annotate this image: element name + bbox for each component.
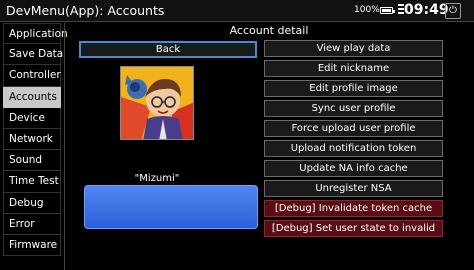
view-play-data-button[interactable]: View play data [264,40,443,57]
sidebar-item-application[interactable]: Application [3,23,68,45]
debug-set-user-state-invalid-button[interactable]: [Debug] Set user state to invalid [264,220,443,237]
sidebar-item-time-test[interactable]: Time Test [3,171,61,193]
update-na-info-cache-button[interactable]: Update NA info cache [264,160,443,177]
back-button[interactable]: Back [79,41,257,58]
sidebar-item-device[interactable]: Device [3,107,61,129]
edit-nickname-button[interactable]: Edit nickname [264,60,443,77]
sidebar-item-accounts[interactable]: Accounts [3,86,61,108]
sidebar-item-sound[interactable]: Sound [3,150,61,172]
battery-icon [380,7,395,14]
sidebar-item-network[interactable]: Network [3,128,61,151]
edit-profile-image-button[interactable]: Edit profile image [264,80,443,97]
sidebar-item-save-data[interactable]: Save Data [3,44,63,66]
user-info-panel [84,185,258,229]
power-icon[interactable]: ⏻ [445,3,461,19]
sidebar-item-error[interactable]: Error [3,213,61,235]
upload-notification-token-button[interactable]: Upload notification token [264,140,443,157]
sidebar-item-controller[interactable]: Controller [3,65,61,87]
battery-percentage: 100% [354,5,380,15]
account-nickname: "Mizumi" [134,173,180,184]
force-upload-user-profile-button[interactable]: Force upload user profile [264,120,443,137]
sidebar: Application Save Data Controller Account… [3,23,68,257]
sidebar-item-firmware[interactable]: Firmware [3,234,61,257]
unregister-nsa-button[interactable]: Unregister NSA [264,180,443,197]
sync-user-profile-button[interactable]: Sync user profile [264,100,443,117]
page-title: Account detail [229,24,309,37]
sidebar-item-debug[interactable]: Debug [3,192,61,214]
status-bar: DevMenu(App): Accounts 100% 09:49 ⏻ [0,0,474,22]
sidebar-divider [64,23,65,270]
window-title: DevMenu(App): Accounts [6,3,165,18]
debug-invalidate-token-cache-button[interactable]: [Debug] Invalidate token cache [264,200,443,217]
clock: 09:49 [404,2,449,18]
profile-image [120,66,194,140]
